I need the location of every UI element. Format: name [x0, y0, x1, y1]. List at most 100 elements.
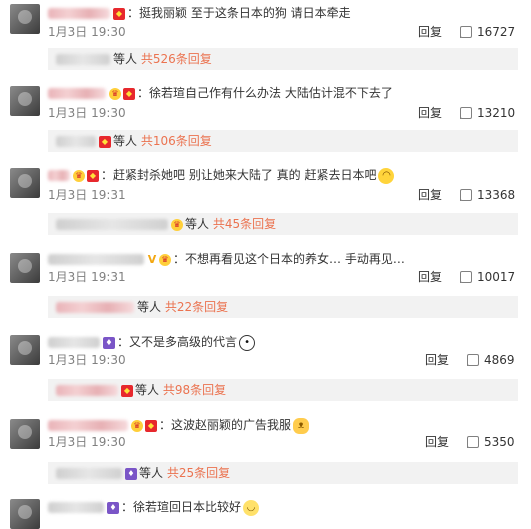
red-badge-icon: ◆ — [113, 7, 125, 20]
like-count: 13210 — [477, 106, 516, 120]
comment-text: ：这波赵丽颖的广告我服 — [159, 418, 292, 432]
like-count: 13368 — [477, 188, 516, 202]
sub-usernames-blurred — [56, 219, 168, 230]
comment-date: 1月3日 19:31 — [48, 270, 126, 284]
view-replies-link[interactable]: 共45条回复 — [213, 217, 276, 231]
reply-button[interactable]: 回复 — [418, 105, 442, 121]
comment-line: ◆ ：挺我丽颖 至于这条日本的狗 请日本牵走 — [48, 4, 351, 22]
sub-replies-box: ◆ 等人 共98条回复 — [48, 379, 518, 401]
username-blurred[interactable] — [48, 420, 128, 431]
username-blurred[interactable] — [48, 337, 100, 348]
reply-button[interactable]: 回复 — [418, 269, 442, 285]
crown-badge-icon: ♛ — [131, 419, 143, 432]
crown-badge-icon: ♛ — [73, 169, 85, 182]
username-blurred[interactable] — [48, 254, 144, 265]
sub-replies-box: 等人 共526条回复 — [48, 48, 518, 70]
like-count: 4869 — [484, 353, 515, 367]
sub-replies-prefix: 等人 — [185, 217, 210, 231]
cat-emoji-icon: ᴥ — [293, 417, 310, 434]
avatar[interactable] — [10, 499, 40, 529]
sub-replies-box: ♦ 等人 共25条回复 — [48, 462, 518, 484]
sub-usernames-blurred — [56, 468, 122, 479]
comment-text: ：赶紧封杀她吧 别让她来大陆了 真的 赶紧去日本吧 — [101, 168, 377, 182]
sub-usernames-blurred — [56, 54, 110, 65]
like-button[interactable]: 4869 — [467, 352, 515, 368]
username-blurred[interactable] — [48, 170, 70, 181]
comment-line: ♛ ◆ ：徐若瑄自己作有什么办法 大陆估计混不下去了 — [48, 84, 393, 102]
like-button[interactable]: 16727 — [460, 24, 515, 40]
thumbs-up-icon — [467, 436, 479, 448]
laughing-emoji-icon: ◠ — [378, 167, 395, 184]
smile-emoji-icon: ◡ — [243, 499, 260, 516]
purple-member-icon: ♦ — [125, 467, 137, 480]
sub-usernames-blurred — [56, 302, 134, 313]
comment-text: ：徐若瑄自己作有什么办法 大陆估计混不下去了 — [137, 86, 393, 100]
red-badge-icon: ◆ — [99, 135, 111, 148]
comment-text: ：挺我丽颖 至于这条日本的狗 请日本牵走 — [127, 6, 351, 20]
like-button[interactable]: 13368 — [460, 187, 515, 203]
purple-member-icon: ♦ — [103, 336, 115, 349]
like-count: 10017 — [477, 270, 516, 284]
reply-button[interactable]: 回复 — [418, 187, 442, 203]
like-count: 16727 — [477, 25, 516, 39]
avatar[interactable] — [10, 335, 40, 365]
purple-member-icon: ♦ — [107, 501, 119, 514]
like-count: 5350 — [484, 435, 515, 449]
thumbs-up-icon — [460, 26, 472, 38]
avatar[interactable] — [10, 86, 40, 116]
view-replies-link[interactable]: 共106条回复 — [141, 134, 212, 148]
sub-replies-prefix: 等人 — [137, 300, 162, 314]
red-badge-icon: ◆ — [121, 384, 133, 397]
sub-usernames-blurred — [56, 385, 118, 396]
comment-text: ：又不是多高级的代言 — [117, 335, 238, 349]
red-badge-icon: ◆ — [145, 419, 157, 432]
red-badge-icon: ◆ — [87, 169, 99, 182]
sub-replies-prefix: 等人 — [139, 466, 164, 480]
comment-date: 1月3日 19:30 — [48, 435, 126, 449]
username-blurred[interactable] — [48, 502, 104, 513]
sub-replies-prefix: 等人 — [135, 383, 160, 397]
comment-text: ：徐若瑄回日本比较好 — [121, 500, 242, 514]
panda-emoji-icon: • — [239, 334, 256, 351]
like-button[interactable]: 13210 — [460, 105, 515, 121]
thumbs-up-icon — [460, 271, 472, 283]
avatar[interactable] — [10, 168, 40, 198]
comment-date: 1月3日 19:30 — [48, 353, 126, 367]
comment-date: 1月3日 19:31 — [48, 188, 126, 202]
sub-usernames-blurred — [56, 136, 96, 147]
sub-replies-box: 等人 共22条回复 — [48, 296, 518, 318]
sub-replies-box: ♛ 等人 共45条回复 — [48, 213, 518, 235]
avatar[interactable] — [10, 4, 40, 34]
crown-badge-icon: ♛ — [171, 218, 183, 231]
comment-line: ♛ ◆ ：这波赵丽颖的广告我服 ᴥ — [48, 416, 310, 434]
red-badge-icon: ◆ — [123, 87, 135, 100]
sub-replies-prefix: 等人 — [113, 52, 138, 66]
crown-badge-icon: ♛ — [159, 253, 171, 266]
thumbs-up-icon — [460, 189, 472, 201]
view-replies-link[interactable]: 共25条回复 — [167, 466, 230, 480]
reply-button[interactable]: 回复 — [425, 434, 449, 450]
thumbs-up-icon — [467, 354, 479, 366]
comment-date: 1月3日 19:30 — [48, 25, 126, 39]
crown-badge-icon: ♛ — [109, 87, 121, 100]
comment-line: ♛ ◆ ：赶紧封杀她吧 别让她来大陆了 真的 赶紧去日本吧 ◠ — [48, 166, 395, 184]
verified-v-icon: V — [147, 252, 157, 266]
like-button[interactable]: 10017 — [460, 269, 515, 285]
avatar[interactable] — [10, 419, 40, 449]
comment-line: ♦ ：徐若瑄回日本比较好 ◡ — [48, 498, 260, 516]
username-blurred[interactable] — [48, 88, 106, 99]
avatar[interactable] — [10, 253, 40, 283]
sub-replies-box: ◆ 等人 共106条回复 — [48, 130, 518, 152]
comment-text: ：不想再看见这个日本的养女… 手动再见… — [173, 252, 405, 266]
comment-line: V ♛ ：不想再看见这个日本的养女… 手动再见… — [48, 250, 405, 268]
reply-button[interactable]: 回复 — [425, 352, 449, 368]
view-replies-link[interactable]: 共22条回复 — [165, 300, 228, 314]
view-replies-link[interactable]: 共526条回复 — [141, 52, 212, 66]
thumbs-up-icon — [460, 107, 472, 119]
like-button[interactable]: 5350 — [467, 434, 515, 450]
sub-replies-prefix: 等人 — [113, 134, 138, 148]
username-blurred[interactable] — [48, 8, 110, 19]
view-replies-link[interactable]: 共98条回复 — [163, 383, 226, 397]
reply-button[interactable]: 回复 — [418, 24, 442, 40]
comment-line: ♦ ：又不是多高级的代言 • — [48, 333, 256, 351]
